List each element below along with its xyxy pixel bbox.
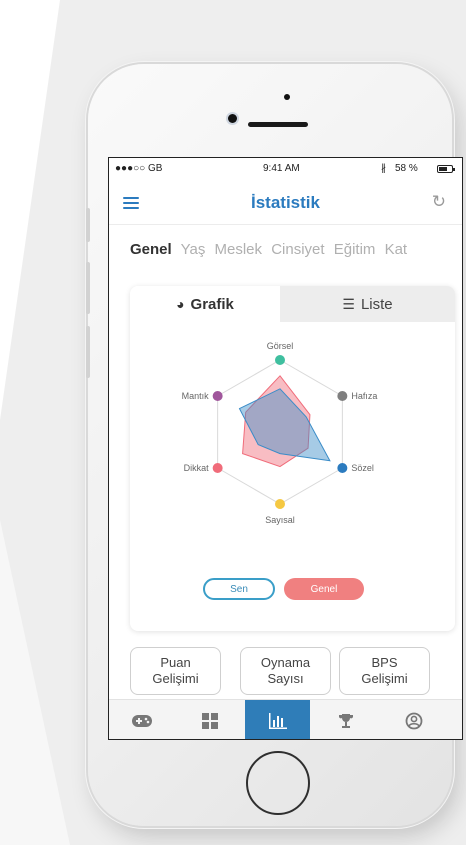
tab-genel[interactable]: Genel <box>130 241 172 258</box>
score-progress-button[interactable]: Puan Gelişimi <box>130 647 221 695</box>
phone-camera <box>228 114 237 123</box>
status-bar: ●●●○○ GB 9:41 AM ∦ 58 % <box>109 158 462 180</box>
phone-side-button <box>86 208 90 242</box>
tab-meslek[interactable]: Meslek <box>215 241 263 258</box>
tab-bar <box>109 699 462 739</box>
chart-view-label: Grafik <box>190 295 234 313</box>
bluetooth-icon: ∦ <box>381 163 386 174</box>
bps-progress-button[interactable]: BPS Gelişimi <box>339 647 430 695</box>
tab-kat[interactable]: Kat <box>385 241 408 258</box>
stats-card: ◕ Grafik ☰ Liste Görsel Hafıza Sözel Sayısa… <box>130 286 455 631</box>
grid-icon[interactable] <box>177 700 242 739</box>
radar-axis-label: Sayısal <box>265 515 295 525</box>
radar-axis-label: Hafıza <box>351 391 377 401</box>
radar-axis-dot <box>275 499 285 509</box>
nav-bar: İstatistik ↻ <box>109 180 462 225</box>
pie-chart-icon: ◕ <box>176 296 185 312</box>
trophy-icon[interactable] <box>313 700 378 739</box>
radar-axis-dot <box>212 463 223 473</box>
bar-chart-icon[interactable] <box>245 700 310 739</box>
tab-cinsiyet[interactable]: Cinsiyet <box>271 241 324 258</box>
list-view-label: Liste <box>360 295 393 313</box>
legend-genel[interactable]: Genel <box>284 578 364 600</box>
radar-axis-label: Dikkat <box>184 463 210 473</box>
play-count-line2: Sayısı <box>267 671 304 686</box>
radar-axis-dot <box>337 391 348 401</box>
battery-icon <box>437 165 455 173</box>
radar-chart: Görsel Hafıza Sözel Sayısal Dikkat Mantık <box>182 341 378 525</box>
phone-speaker <box>248 122 308 127</box>
radar-axis-dot <box>337 463 348 473</box>
score-progress-line2: Gelişimi <box>152 671 199 686</box>
play-count-line1: Oynama <box>260 655 311 670</box>
radar-axis-label: Sözel <box>351 463 374 473</box>
legend-sen[interactable]: Sen <box>203 578 275 600</box>
radar-axis-label: Görsel <box>267 341 294 351</box>
phone-home-button[interactable] <box>246 751 310 815</box>
list-icon: ☰ <box>342 295 355 312</box>
bps-progress-line1: BPS <box>371 655 398 670</box>
chart-view-tab[interactable]: ◕ Grafik <box>130 286 280 322</box>
tab-egitim[interactable]: Eğitim <box>334 241 376 258</box>
phone-volume-up-button <box>86 262 90 314</box>
radar-axis-label: Mantık <box>182 391 210 401</box>
list-view-tab[interactable]: ☰ Liste <box>280 286 455 322</box>
play-count-button[interactable]: Oynama Sayısı <box>240 647 331 695</box>
battery-label: 58 % <box>395 163 418 174</box>
phone-sensor <box>284 94 290 100</box>
gamepad-icon[interactable] <box>109 700 174 739</box>
carrier-label: ●●●○○ GB <box>115 163 163 174</box>
app-screen: ●●●○○ GB 9:41 AM ∦ 58 % İstatistik ↻ Gen… <box>108 157 463 740</box>
radar-axis-dot <box>212 391 223 401</box>
phone-volume-down-button <box>86 326 90 378</box>
page-title: İstatistik <box>251 193 320 212</box>
score-progress-line1: Puan <box>160 655 191 670</box>
bps-progress-line2: Gelişimi <box>361 671 408 686</box>
category-tabs: Genel Yaş Meslek Cinsiyet Eğitim Kat <box>130 241 412 258</box>
radar-axis-dot <box>275 355 285 365</box>
user-icon[interactable] <box>381 700 446 739</box>
tab-yas[interactable]: Yaş <box>181 241 206 258</box>
refresh-icon[interactable]: ↻ <box>432 192 446 212</box>
clock-label: 9:41 AM <box>263 163 300 174</box>
